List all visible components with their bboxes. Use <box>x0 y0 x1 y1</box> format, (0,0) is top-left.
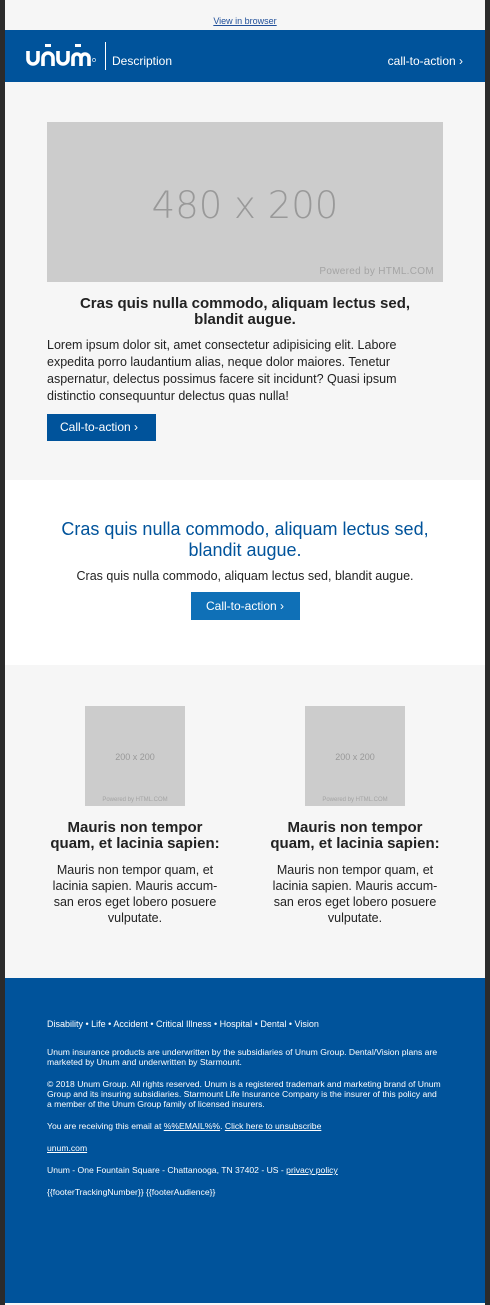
column-image-placeholder: 200 x 200 Powered by HTML.COM <box>305 706 405 806</box>
privacy-policy-link[interactable]: privacy policy <box>286 1165 338 1175</box>
header-description: Description <box>112 54 173 68</box>
header-cta-link[interactable]: call-to-action › <box>388 54 463 68</box>
footer-underwriting: Unum insurance products are underwritten… <box>47 1047 438 1067</box>
column-image-placeholder: 200 x 200 Powered by HTML.COM <box>85 706 185 806</box>
footer-tracking: {{footerTrackingNumber}} {{footerAudienc… <box>47 1187 216 1197</box>
email-header: Description call-to-action › <box>5 30 485 82</box>
unum-logo-icon <box>26 44 96 66</box>
column-image-label: 200 x 200 <box>335 752 375 762</box>
column-image-label: 200 x 200 <box>115 752 155 762</box>
footer-product-links: Disability • Life • Accident • Critical … <box>47 1019 319 1029</box>
hero-section: 480 x 200 Powered by HTML.COM Cras quis … <box>5 82 485 480</box>
header-divider <box>105 42 106 70</box>
footer-email-link[interactable]: %%EMAIL%% <box>164 1121 220 1131</box>
two-column-section: 200 x 200 Powered by HTML.COM Mauris non… <box>5 665 485 978</box>
callout-body: Cras quis nulla commodo, aliquam lectus … <box>76 569 414 583</box>
site-link[interactable]: unum.com <box>47 1143 87 1153</box>
hero-heading: Cras quis nulla commodo, aliquam lectus … <box>79 295 411 328</box>
hero-image-label: 480 x 200 <box>151 184 339 227</box>
callout-heading: Cras quis nulla commodo, aliquam lectus … <box>61 519 429 560</box>
column-body: Mauris non tempor quam, et lacinia sapie… <box>272 863 438 925</box>
column-image-credit: Powered by HTML.COM <box>102 797 168 803</box>
hero-image-credit: Powered by HTML.COM <box>319 266 434 277</box>
email-frame: View in browser Description call-to-acti… <box>5 0 485 1305</box>
footer-copyright: © 2018 Unum Group. All rights reserved. … <box>47 1079 441 1109</box>
email-footer: Disability • Life • Accident • Critical … <box>5 978 485 1303</box>
column-heading: Mauris non tempor quam, et lacinia sapie… <box>270 819 440 852</box>
callout-section: Cras quis nulla commodo, aliquam lectus … <box>5 480 485 665</box>
footer-receiving-prefix: You are receiving this email at <box>47 1121 164 1131</box>
footer-site: unum.com <box>47 1143 443 1153</box>
column-right: 200 x 200 Powered by HTML.COM Mauris non… <box>267 706 443 926</box>
unsubscribe-link[interactable]: Click here to unsubscribe <box>225 1121 322 1131</box>
unum-logo[interactable] <box>25 39 99 71</box>
footer-address: Unum - One Fountain Square - Chattanooga… <box>47 1165 443 1175</box>
callout-cta-button[interactable]: Call-to-action › <box>190 592 300 620</box>
hero-image-placeholder: 480 x 200 Powered by HTML.COM <box>47 122 443 282</box>
hero-body: Lorem ipsum dolor sit, amet consectetur … <box>47 338 397 403</box>
footer-receiving: You are receiving this email at %%EMAIL%… <box>47 1121 443 1131</box>
column-heading: Mauris non tempor quam, et lacinia sapie… <box>50 819 220 852</box>
column-body: Mauris non tempor quam, et lacinia sapie… <box>52 863 218 925</box>
view-in-browser-link[interactable]: View in browser <box>213 16 276 26</box>
column-left: 200 x 200 Powered by HTML.COM Mauris non… <box>47 706 223 926</box>
column-image-credit: Powered by HTML.COM <box>322 797 388 803</box>
hero-cta-button[interactable]: Call-to-action › <box>47 414 156 441</box>
preheader: View in browser <box>5 0 485 30</box>
footer-address-text: Unum - One Fountain Square - Chattanooga… <box>47 1165 287 1175</box>
